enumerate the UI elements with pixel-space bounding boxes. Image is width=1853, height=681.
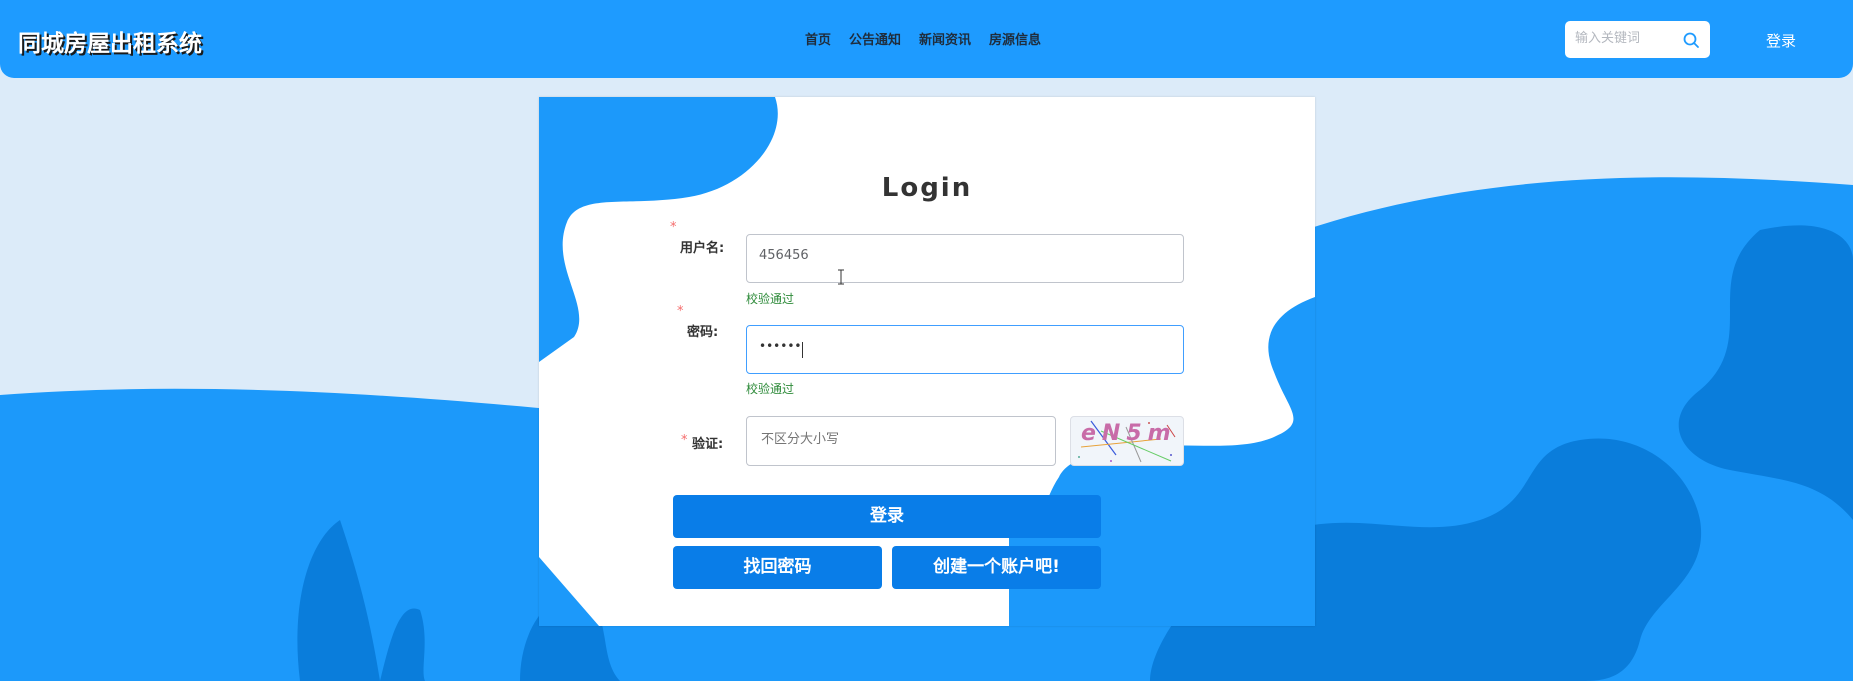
search-icon[interactable]	[1682, 31, 1700, 49]
forgot-password-button[interactable]: 找回密码	[673, 546, 882, 589]
login-title: Login	[881, 173, 973, 203]
password-value: ••••••	[759, 339, 802, 353]
captcha-field[interactable]	[746, 416, 1056, 466]
text-caret	[802, 342, 803, 358]
login-button[interactable]: 登录	[673, 495, 1101, 538]
top-header: 同城房屋出租系统 首页 公告通知 新闻资讯 房源信息 登录	[0, 0, 1853, 78]
password-validation-message: 校验通过	[746, 382, 795, 396]
text-cursor-icon	[838, 269, 844, 285]
captcha-image[interactable]: eN5m	[1070, 416, 1184, 466]
nav-item-home[interactable]: 首页	[805, 29, 831, 48]
nav-item-announcements[interactable]: 公告通知	[849, 29, 901, 48]
create-account-button[interactable]: 创建一个账户吧!	[892, 546, 1101, 589]
captcha-code: eN5m	[1081, 421, 1177, 446]
password-field[interactable]: ••••••	[746, 325, 1184, 374]
header-login-link[interactable]: 登录	[1766, 30, 1796, 51]
nav-item-news[interactable]: 新闻资讯	[919, 29, 971, 48]
username-label: 用户名:	[680, 241, 725, 256]
username-field[interactable]: 456456	[746, 234, 1184, 283]
password-label: 密码:	[687, 325, 719, 340]
main-nav: 首页 公告通知 新闻资讯 房源信息	[805, 29, 1041, 48]
search-input[interactable]	[1573, 30, 1677, 47]
username-validation-message: 校验通过	[746, 292, 795, 306]
username-value: 456456	[759, 248, 809, 263]
site-title: 同城房屋出租系统	[18, 31, 202, 57]
username-required-mark: *	[670, 220, 677, 235]
password-required-mark: *	[677, 304, 684, 319]
captcha-label: 验证:	[692, 437, 724, 452]
header-search	[1565, 21, 1710, 58]
captcha-required-mark: *	[681, 433, 688, 448]
captcha-input[interactable]	[759, 431, 1043, 448]
nav-item-listings[interactable]: 房源信息	[989, 29, 1041, 48]
login-card: Login * 用户名: 456456 校验通过 * 密码: •••••• 校验…	[539, 97, 1315, 626]
